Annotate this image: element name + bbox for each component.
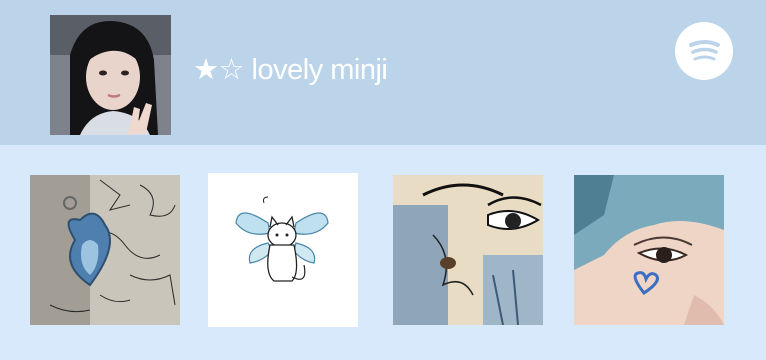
spotify-icon — [689, 40, 720, 61]
profile-avatar[interactable] — [50, 15, 171, 135]
painted-eye-artwork — [393, 175, 543, 325]
thumbnail-2[interactable] — [208, 173, 358, 327]
profile-photo — [50, 15, 171, 135]
keychain-sketch-photo — [30, 175, 180, 325]
playlist-title: ★☆ lovely minji — [193, 54, 388, 86]
thumbnail-row — [0, 173, 766, 327]
thumbnail-4[interactable] — [574, 175, 724, 325]
profile-header: ★☆ lovely minji — [0, 0, 766, 145]
blue-hair-heart-photo — [574, 175, 724, 325]
spotify-button[interactable] — [675, 22, 733, 80]
thumbnail-1[interactable] — [30, 175, 180, 325]
thumbnail-3[interactable] — [393, 175, 543, 325]
winged-cat-drawing — [208, 173, 358, 327]
